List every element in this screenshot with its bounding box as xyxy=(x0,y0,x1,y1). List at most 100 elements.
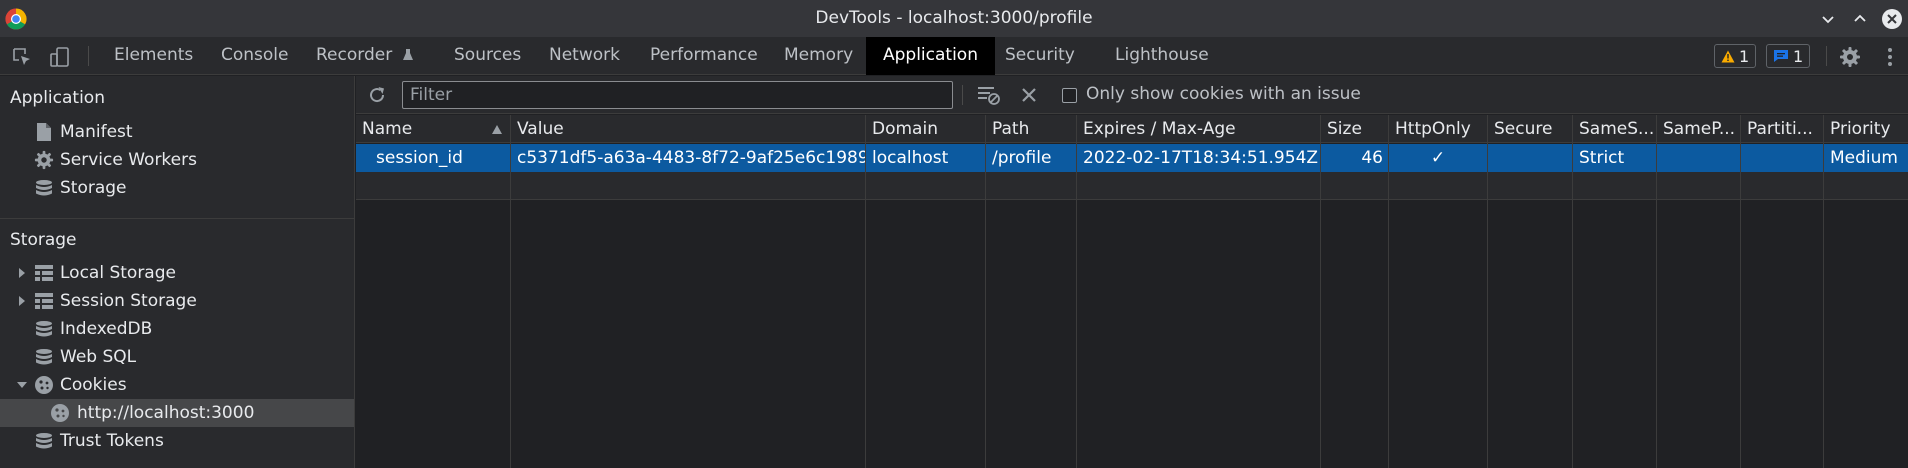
sidebar-item-label: Cookies xyxy=(60,375,127,395)
sidebar-item-local-storage[interactable]: Local Storage xyxy=(0,259,354,287)
cell-partition-key xyxy=(1741,144,1823,172)
cell-expires: 2022-02-17T18:34:51.954Z xyxy=(1083,148,1319,168)
chevron-down-icon[interactable] xyxy=(16,379,28,391)
table-header: Name Value Domain Path Expires / Max-Age… xyxy=(356,115,1908,143)
settings-button[interactable] xyxy=(1838,45,1862,69)
column-header-samesite[interactable]: SameS... xyxy=(1573,115,1656,143)
sidebar-item-label: Trust Tokens xyxy=(60,431,164,451)
chevron-right-icon[interactable] xyxy=(16,295,28,307)
messages-count: 1 xyxy=(1793,46,1804,66)
tab-performance[interactable]: Performance xyxy=(650,37,758,75)
only-issues-label: Only show cookies with an issue xyxy=(1086,84,1361,104)
only-issues-checkbox[interactable] xyxy=(1062,88,1077,103)
database-icon xyxy=(34,431,54,451)
column-divider[interactable] xyxy=(1487,115,1488,468)
column-header-name[interactable]: Name xyxy=(356,115,510,143)
toolbar-divider xyxy=(1826,46,1827,66)
sidebar-item-manifest[interactable]: Manifest xyxy=(0,118,354,146)
cookies-panel: Only show cookies with an issue Name Val… xyxy=(356,76,1908,468)
cell-name: session_id xyxy=(376,148,463,168)
sidebar-item-label: http://localhost:3000 xyxy=(77,403,255,423)
sidebar-item-storage[interactable]: Storage xyxy=(0,174,354,202)
column-divider[interactable] xyxy=(985,115,986,468)
cell-samesite: Strict xyxy=(1579,148,1625,168)
table-row[interactable]: session_id c5371df5-a63a-4483-8f72-9af25… xyxy=(356,144,1908,172)
column-divider[interactable] xyxy=(510,115,511,468)
devtools-tabbar: Elements Console Recorder Sources Networ… xyxy=(0,37,1908,75)
column-header-secure[interactable]: Secure xyxy=(1488,115,1572,143)
column-header-size[interactable]: Size xyxy=(1321,115,1388,143)
toolbar-divider xyxy=(88,46,89,66)
tab-recorder[interactable]: Recorder xyxy=(316,37,414,75)
tab-sources[interactable]: Sources xyxy=(454,37,521,75)
warning-icon xyxy=(1721,50,1735,62)
inspect-element-button[interactable] xyxy=(10,45,34,69)
cookies-toolbar: Only show cookies with an issue xyxy=(356,76,1908,114)
column-header-sameparty[interactable]: SameP... xyxy=(1657,115,1740,143)
sort-ascending-icon xyxy=(492,125,502,134)
sidebar-item-label: Session Storage xyxy=(60,291,197,311)
sidebar-item-web-sql[interactable]: Web SQL xyxy=(0,343,354,371)
device-toolbar-button[interactable] xyxy=(48,45,72,69)
column-divider[interactable] xyxy=(1320,115,1321,468)
refresh-button[interactable] xyxy=(366,84,388,106)
clear-filtered-button[interactable] xyxy=(977,84,1001,106)
sidebar-item-session-storage[interactable]: Session Storage xyxy=(0,287,354,315)
column-header-value[interactable]: Value xyxy=(511,115,865,143)
gear-icon xyxy=(1840,47,1860,67)
column-divider[interactable] xyxy=(1388,115,1389,468)
sidebar-item-cookie-origin[interactable]: http://localhost:3000 xyxy=(0,399,354,427)
window-title: DevTools - localhost:3000/profile xyxy=(815,8,1093,28)
table-icon xyxy=(34,291,54,311)
cell-priority: Medium xyxy=(1830,148,1898,168)
sidebar-item-service-workers[interactable]: Service Workers xyxy=(0,146,354,174)
column-header-label: Name xyxy=(362,119,413,139)
tab-network[interactable]: Network xyxy=(549,37,620,75)
tab-security[interactable]: Security xyxy=(1005,37,1075,75)
messages-badge[interactable]: 1 xyxy=(1766,44,1811,68)
chevron-right-icon[interactable] xyxy=(16,267,28,279)
tab-elements[interactable]: Elements xyxy=(114,37,193,75)
tab-console[interactable]: Console xyxy=(221,37,289,75)
column-divider[interactable] xyxy=(1823,115,1824,468)
sidebar-item-label: IndexedDB xyxy=(60,319,153,339)
column-header-httponly[interactable]: HttpOnly xyxy=(1389,115,1487,143)
column-header-expires[interactable]: Expires / Max-Age xyxy=(1077,115,1320,143)
close-icon xyxy=(1882,8,1902,29)
column-header-priority[interactable]: Priority xyxy=(1824,115,1908,143)
sidebar-divider xyxy=(0,218,354,219)
maximize-button[interactable] xyxy=(1848,7,1872,31)
chevron-up-icon xyxy=(1854,14,1866,22)
close-window-button[interactable] xyxy=(1880,7,1904,31)
column-divider[interactable] xyxy=(1572,115,1573,468)
sidebar-item-cookies[interactable]: Cookies xyxy=(0,371,354,399)
column-header-path[interactable]: Path xyxy=(986,115,1076,143)
database-icon xyxy=(34,319,54,339)
sidebar-item-trust-tokens[interactable]: Trust Tokens xyxy=(0,427,354,455)
cookie-icon xyxy=(34,375,54,395)
column-divider[interactable] xyxy=(1076,115,1077,468)
more-options-button[interactable] xyxy=(1878,45,1902,69)
cell-httponly: ✓ xyxy=(1430,148,1446,168)
warnings-badge[interactable]: 1 xyxy=(1714,44,1757,68)
sidebar-heading-storage: Storage xyxy=(10,230,77,250)
tab-application[interactable]: Application xyxy=(866,37,995,75)
chevron-down-icon xyxy=(1822,15,1834,23)
delete-all-button[interactable] xyxy=(1020,86,1038,104)
sidebar-item-indexeddb[interactable]: IndexedDB xyxy=(0,315,354,343)
refresh-icon xyxy=(370,87,385,103)
filter-input[interactable] xyxy=(402,81,953,109)
column-header-partition-key[interactable]: Partiti... xyxy=(1741,115,1823,143)
column-header-domain[interactable]: Domain xyxy=(866,115,985,143)
sidebar-heading-application: Application xyxy=(10,88,105,108)
cell-path: /profile xyxy=(992,148,1052,168)
tab-lighthouse[interactable]: Lighthouse xyxy=(1115,37,1209,75)
document-icon xyxy=(34,122,54,142)
minimize-button[interactable] xyxy=(1816,7,1840,31)
tab-memory[interactable]: Memory xyxy=(784,37,853,75)
database-icon xyxy=(34,347,54,367)
column-divider[interactable] xyxy=(865,115,866,468)
column-divider[interactable] xyxy=(1740,115,1741,468)
column-divider[interactable] xyxy=(1656,115,1657,468)
table-row-empty xyxy=(356,172,1908,200)
